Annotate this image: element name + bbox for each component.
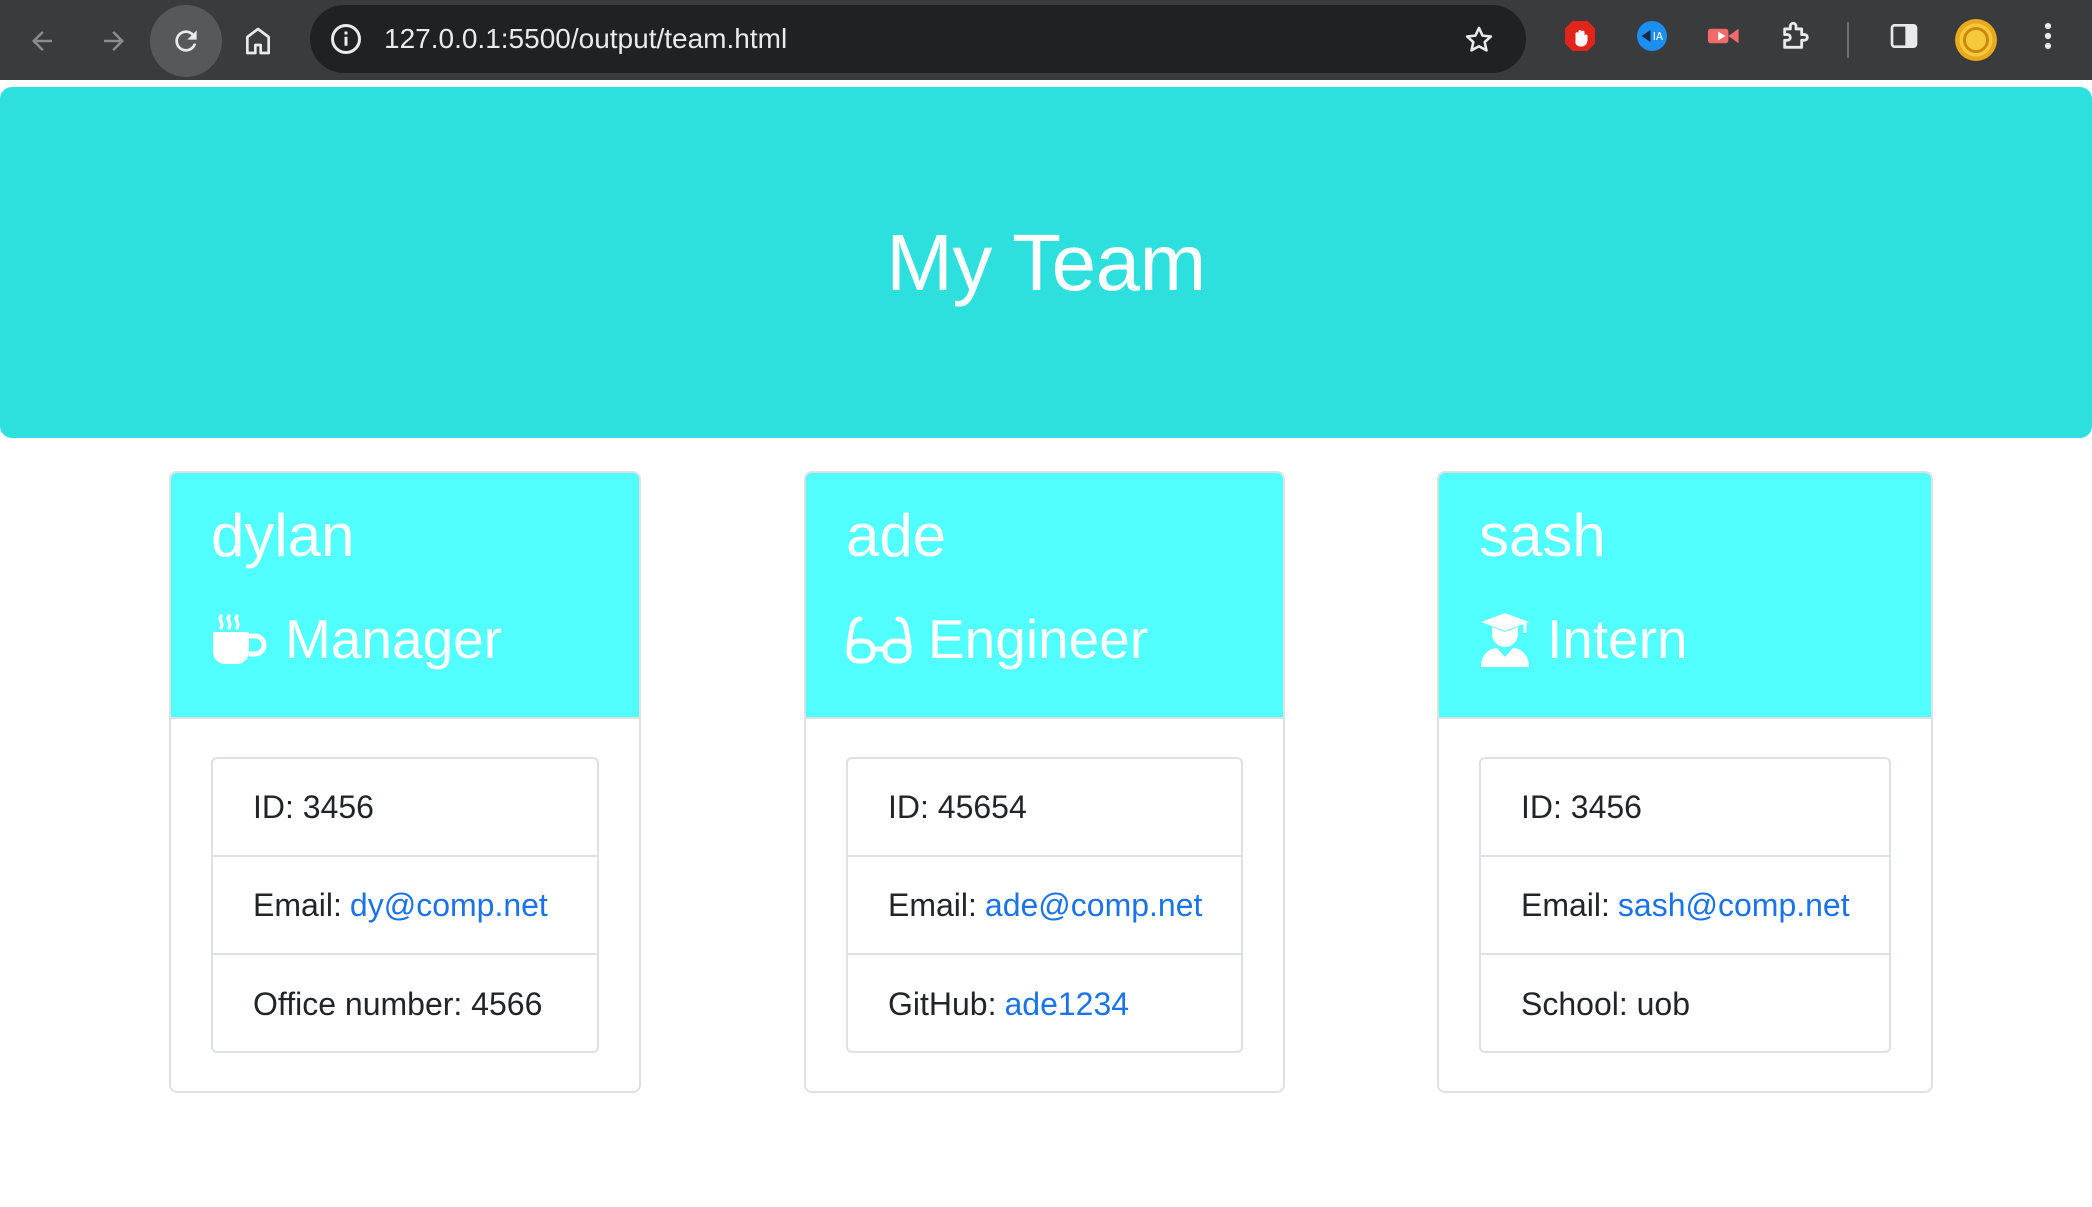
adblock-extension-icon[interactable] [1560, 16, 1600, 56]
github-link[interactable]: ade1234 [1004, 986, 1129, 1023]
employee-card-engineer: ade Engineer ID: 45654 Email: ade@comp.ne… [804, 471, 1285, 1093]
list-item-github: GitHub: ade1234 [848, 955, 1241, 1053]
school-label: School: [1521, 985, 1628, 1022]
team-header-banner: My Team [0, 87, 2092, 438]
back-icon [32, 31, 52, 51]
list-item-office-number: Office number: 4566 [213, 955, 597, 1053]
page-title: My Team [886, 217, 1206, 307]
email-label: Email: [253, 886, 342, 923]
card-header: ade Engineer [806, 473, 1283, 719]
employee-role: Intern [1479, 599, 1688, 679]
employee-role: Engineer [846, 599, 1148, 679]
back-button[interactable] [6, 5, 78, 77]
home-icon [246, 27, 270, 55]
side-panel-icon[interactable] [1884, 16, 1924, 56]
list-item-id: ID: 45654 [848, 759, 1241, 857]
extensions-puzzle-icon[interactable] [1776, 16, 1816, 56]
toolbar-separator [1847, 22, 1849, 58]
url-text[interactable]: 127.0.0.1:5500/output/team.html [384, 5, 787, 73]
email-link[interactable]: ade@comp.net [985, 887, 1203, 924]
card-header: dylan Manager [171, 473, 639, 719]
bilingual-extension-icon[interactable]: IA [1632, 16, 1672, 56]
employee-details-list: ID: 45654 Email: ade@comp.net GitHub: ade1… [846, 757, 1243, 1053]
employee-name: ade [846, 502, 947, 569]
id-value: 45654 [937, 788, 1027, 825]
browser-toolbar: 127.0.0.1:5500/output/team.html IA [0, 0, 2092, 80]
coffee-mug-icon [211, 612, 269, 666]
email-link[interactable]: dy@comp.net [350, 887, 548, 924]
glasses-icon [846, 613, 912, 665]
bookmark-star-icon[interactable] [1462, 23, 1496, 62]
office-number-value: 4566 [471, 985, 543, 1022]
email-label: Email: [1521, 886, 1610, 923]
role-label: Manager [285, 608, 503, 670]
list-item-id: ID: 3456 [1481, 759, 1889, 857]
list-item-email: Email: ade@comp.net [848, 857, 1241, 955]
video-extension-icon[interactable] [1704, 16, 1744, 56]
github-label: GitHub: [888, 985, 997, 1022]
list-item-email: Email: sash@comp.net [1481, 857, 1889, 955]
employee-name: dylan [211, 502, 355, 569]
profile-avatar[interactable] [1955, 19, 1997, 61]
list-item-id: ID: 3456 [213, 759, 597, 857]
employee-details-list: ID: 3456 Email: dy@comp.net Office number… [211, 757, 599, 1053]
id-value: 3456 [1570, 788, 1642, 825]
list-item-school: School: uob [1481, 955, 1889, 1053]
info-icon[interactable] [328, 21, 364, 62]
employee-card-intern: sash Intern ID: 3456 Email: sash@comp.net… [1437, 471, 1933, 1093]
card-header: sash Intern [1439, 473, 1931, 719]
graduate-icon [1479, 611, 1531, 667]
employee-card-manager: dylan Manager ID: 3456 Email: dy@comp.net… [169, 471, 641, 1093]
email-link[interactable]: sash@comp.net [1618, 887, 1850, 924]
forward-icon [104, 31, 124, 51]
svg-text:IA: IA [1653, 31, 1664, 43]
more-menu-icon[interactable] [2028, 16, 2068, 56]
id-label: ID: [253, 788, 294, 825]
id-label: ID: [1521, 788, 1562, 825]
forward-button[interactable] [78, 5, 150, 77]
employee-role: Manager [211, 599, 502, 679]
role-label: Intern [1547, 608, 1688, 670]
list-item-email: Email: dy@comp.net [213, 857, 597, 955]
id-value: 3456 [302, 788, 374, 825]
id-label: ID: [888, 788, 929, 825]
address-bar[interactable]: 127.0.0.1:5500/output/team.html [310, 5, 1526, 73]
email-label: Email: [888, 886, 977, 923]
reload-button[interactable] [150, 5, 222, 77]
home-button[interactable] [222, 5, 294, 77]
school-value: uob [1636, 985, 1691, 1022]
role-label: Engineer [928, 608, 1149, 670]
employee-name: sash [1479, 502, 1606, 569]
reload-icon [175, 30, 197, 52]
office-number-label: Office number: [253, 985, 463, 1022]
employee-details-list: ID: 3456 Email: sash@comp.net School: uob [1479, 757, 1891, 1053]
